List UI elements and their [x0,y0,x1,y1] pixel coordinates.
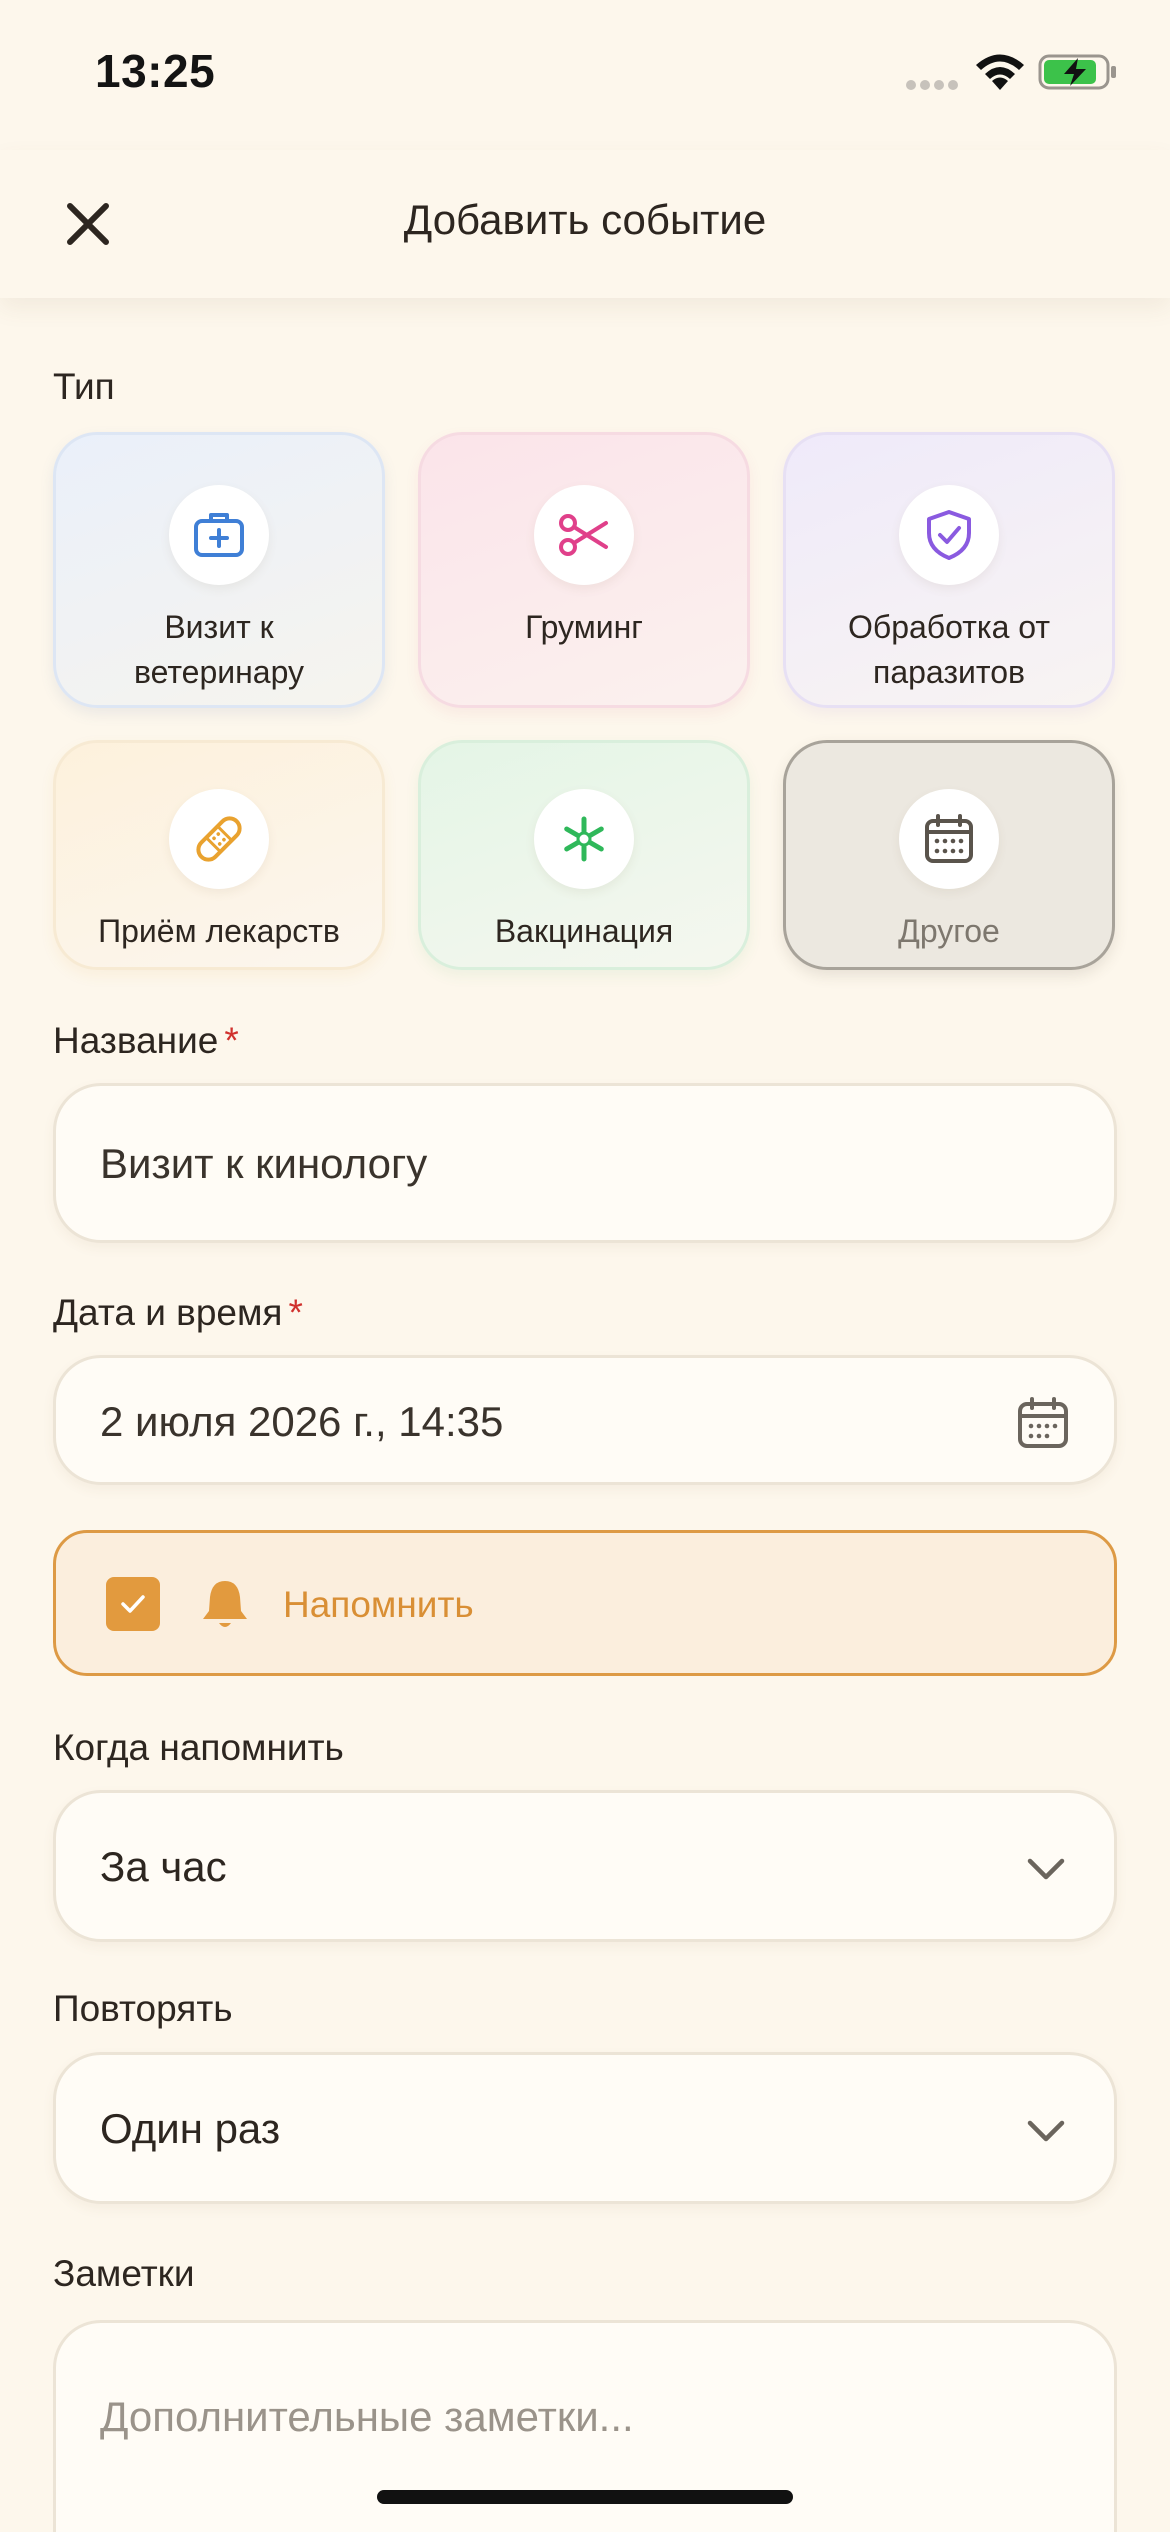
remind-when-label: Когда напомнить [53,1727,344,1768]
type-option-label: Приём лекарств [98,913,340,949]
type-option-label: Обработка от паразитов [847,609,1051,690]
repeat-value: Один раз [100,2105,281,2152]
remind-when-value: За час [100,1843,227,1890]
title-input-value: Визит к кинологу [100,1140,428,1187]
notes-placeholder: Дополнительные заметки... [100,2393,634,2440]
reminder-label: Напомнить [283,1584,474,1625]
date-field-label: Дата и время * [53,1292,303,1333]
icon-circle [534,485,634,585]
icon-circle [899,485,999,585]
title-field-label: Название * [53,1020,239,1061]
wifi-icon [976,54,1024,90]
top-bar: Добавить событие [0,150,1170,298]
icon-circle [169,485,269,585]
checkmark-icon [121,1595,145,1613]
page-title: Добавить событие [403,196,767,243]
calendar-icon[interactable] [1014,1394,1072,1452]
title-input[interactable]: Визит к кинологу [53,1083,1117,1243]
type-option-label: Другое [898,913,1000,949]
icon-circle [534,789,634,889]
date-time-value: 2 июля 2026 г., 14:35 [100,1398,504,1445]
repeat-label: Повторять [53,1988,233,2029]
status-bar: 13:25 [0,0,1170,150]
icon-circle [899,789,999,889]
reminder-checkbox[interactable] [106,1577,160,1631]
shield-check-icon [927,510,971,560]
scissors-icon [559,514,608,556]
status-time: 13:25 [95,45,216,97]
battery-charging-icon [1038,54,1116,90]
type-option-vet-visit[interactable]: Визит к ветеринару [53,432,385,708]
bell-icon [203,1581,247,1627]
required-mark: * [288,1292,303,1333]
reminder-toggle[interactable]: Напомнить [53,1530,1117,1676]
type-option-other[interactable]: Другое [783,740,1115,970]
chevron-down-icon [1027,2120,1065,2142]
type-section-label: Тип [53,366,115,407]
cellular-signal-icon [906,80,958,92]
notes-label: Заметки [53,2253,195,2294]
type-option-grooming[interactable]: Груминг [418,432,750,708]
repeat-select[interactable]: Один раз [53,2052,1117,2204]
chevron-down-icon [1027,1858,1065,1880]
type-option-label: Визит к ветеринару [133,609,305,690]
type-option-medication[interactable]: Приём лекарств [53,740,385,970]
type-option-parasite-treatment[interactable]: Обработка от паразитов [783,432,1115,708]
calendar-icon [925,814,973,863]
type-option-vaccination[interactable]: Вакцинация [418,740,750,970]
type-option-label: Вакцинация [494,913,674,949]
medical-kit-icon [194,513,244,557]
date-time-input[interactable]: 2 июля 2026 г., 14:35 [53,1355,1117,1485]
asterisk-icon [564,816,604,862]
required-mark: * [224,1020,239,1061]
icon-circle [169,789,269,889]
bandage-icon [196,816,242,862]
type-option-label: Груминг [525,609,643,645]
remind-when-select[interactable]: За час [53,1790,1117,1942]
home-indicator[interactable] [377,2490,793,2504]
